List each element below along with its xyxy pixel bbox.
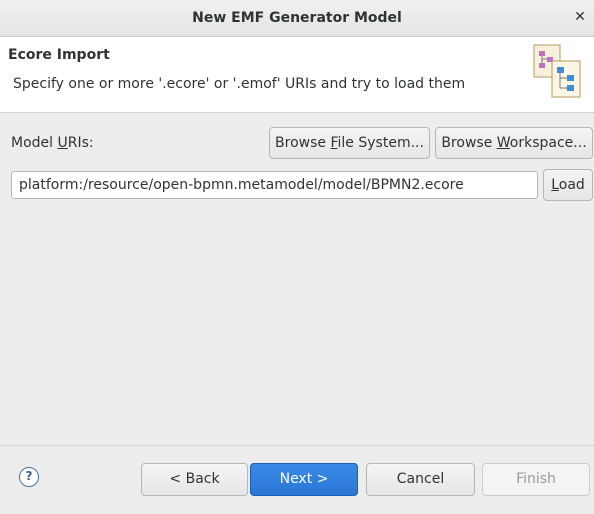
back-button[interactable]: < Back [141,463,248,496]
page-description: Specify one or more '.ecore' or '.emof' … [13,76,466,92]
emf-wizard-icon [533,44,581,98]
model-uris-label: Model URIs: [11,135,94,151]
footer-divider [0,445,594,446]
wizard-dialog: New EMF Generator Model ✕ Ecore Import S… [0,0,594,514]
help-icon[interactable]: ? [19,467,39,487]
close-icon[interactable]: ✕ [572,9,588,25]
model-uri-field[interactable]: platform:/resource/open-bpmn.metamodel/m… [11,171,538,199]
next-button[interactable]: Next > [250,463,358,496]
browse-file-system-button[interactable]: Browse File System... [269,127,430,159]
window-title: New EMF Generator Model [192,10,402,26]
title-bar[interactable]: New EMF Generator Model ✕ [0,0,594,37]
cancel-button[interactable]: Cancel [366,463,475,496]
wizard-banner: Ecore Import Specify one or more '.ecore… [0,37,594,113]
finish-button[interactable]: Finish [482,463,590,496]
page-title: Ecore Import [8,47,110,63]
load-button[interactable]: Load [543,169,593,201]
browse-workspace-button[interactable]: Browse Workspace... [435,127,593,159]
